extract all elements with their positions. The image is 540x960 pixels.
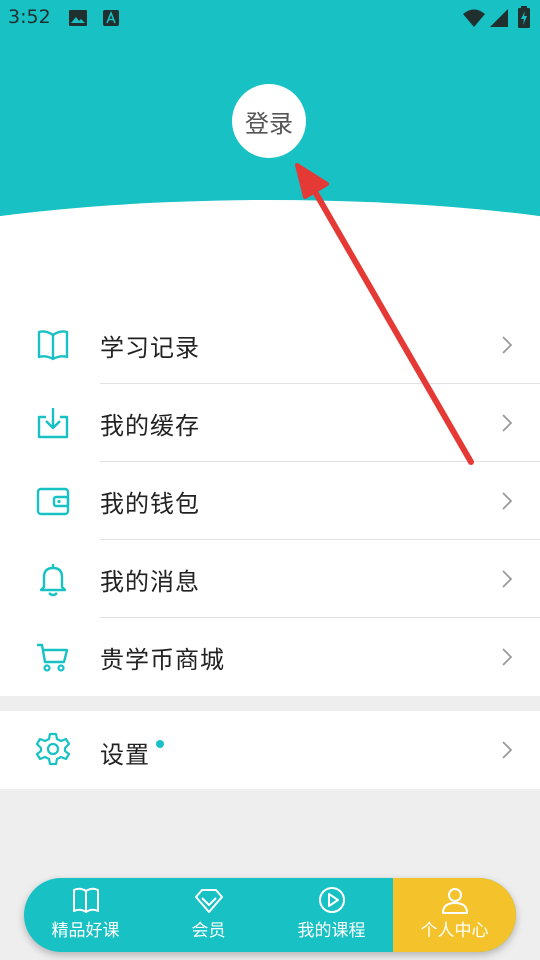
open-book-icon — [72, 887, 99, 913]
tab-membership[interactable]: 会员 — [147, 878, 270, 952]
image-notification-icon — [69, 10, 87, 26]
settings-section: 设置 — [0, 711, 540, 789]
tab-personal-center[interactable]: 个人中心 — [393, 878, 516, 952]
cart-icon — [37, 643, 69, 672]
menu-item-study-records[interactable]: 学习记录 — [0, 306, 540, 384]
menu-item-label: 我的钱包 — [100, 490, 200, 518]
menu-item-settings[interactable]: 设置 — [0, 711, 540, 789]
menu-item-my-cache[interactable]: 我的缓存 — [0, 384, 540, 462]
battery-icon — [518, 6, 530, 28]
menu-item-my-messages[interactable]: 我的消息 — [0, 540, 540, 618]
menu-list: 学习记录 我的缓存 我的钱包 我的消息 贵学币商城 — [0, 306, 540, 696]
status-time: 3:52 — [8, 6, 51, 28]
menu-item-coin-mall[interactable]: 贵学币商城 — [0, 618, 540, 696]
login-button[interactable]: 登录 — [232, 84, 306, 158]
menu-item-label: 我的缓存 — [100, 412, 200, 440]
bell-icon — [39, 564, 67, 597]
menu-item-label: 学习记录 — [100, 334, 200, 362]
gear-icon — [35, 732, 71, 766]
menu-item-my-wallet[interactable]: 我的钱包 — [0, 462, 540, 540]
tab-my-courses[interactable]: 我的课程 — [270, 878, 393, 952]
status-bar: 3:52 — [0, 0, 540, 36]
chevron-right-icon — [502, 336, 513, 354]
diamond-icon — [194, 889, 223, 913]
menu-item-label: 设置 — [100, 741, 150, 769]
chevron-right-icon — [502, 492, 513, 510]
app-notification-icon — [103, 10, 119, 26]
chevron-right-icon — [502, 741, 513, 759]
menu-item-label: 贵学币商城 — [100, 646, 225, 674]
new-badge-dot — [156, 740, 164, 748]
tab-label: 我的课程 — [297, 921, 366, 941]
tab-quality-courses[interactable]: 精品好课 — [24, 878, 147, 952]
header-curve — [0, 200, 540, 262]
menu-item-label: 我的消息 — [100, 568, 200, 596]
download-icon — [37, 408, 69, 439]
chevron-right-icon — [502, 570, 513, 588]
chevron-right-icon — [502, 648, 513, 666]
login-label: 登录 — [245, 109, 293, 138]
tab-label: 精品好课 — [51, 921, 120, 941]
wallet-icon — [36, 487, 70, 516]
tab-label: 个人中心 — [420, 921, 489, 941]
bottom-tab-bar: 精品好课 会员 我的课程 个人中心 — [24, 878, 516, 952]
play-circle-icon — [318, 887, 345, 913]
signal-icon — [490, 9, 508, 27]
book-icon — [37, 330, 69, 361]
tab-label: 会员 — [191, 921, 226, 941]
person-icon — [441, 888, 468, 914]
wifi-icon — [463, 9, 485, 27]
chevron-right-icon — [502, 414, 513, 432]
